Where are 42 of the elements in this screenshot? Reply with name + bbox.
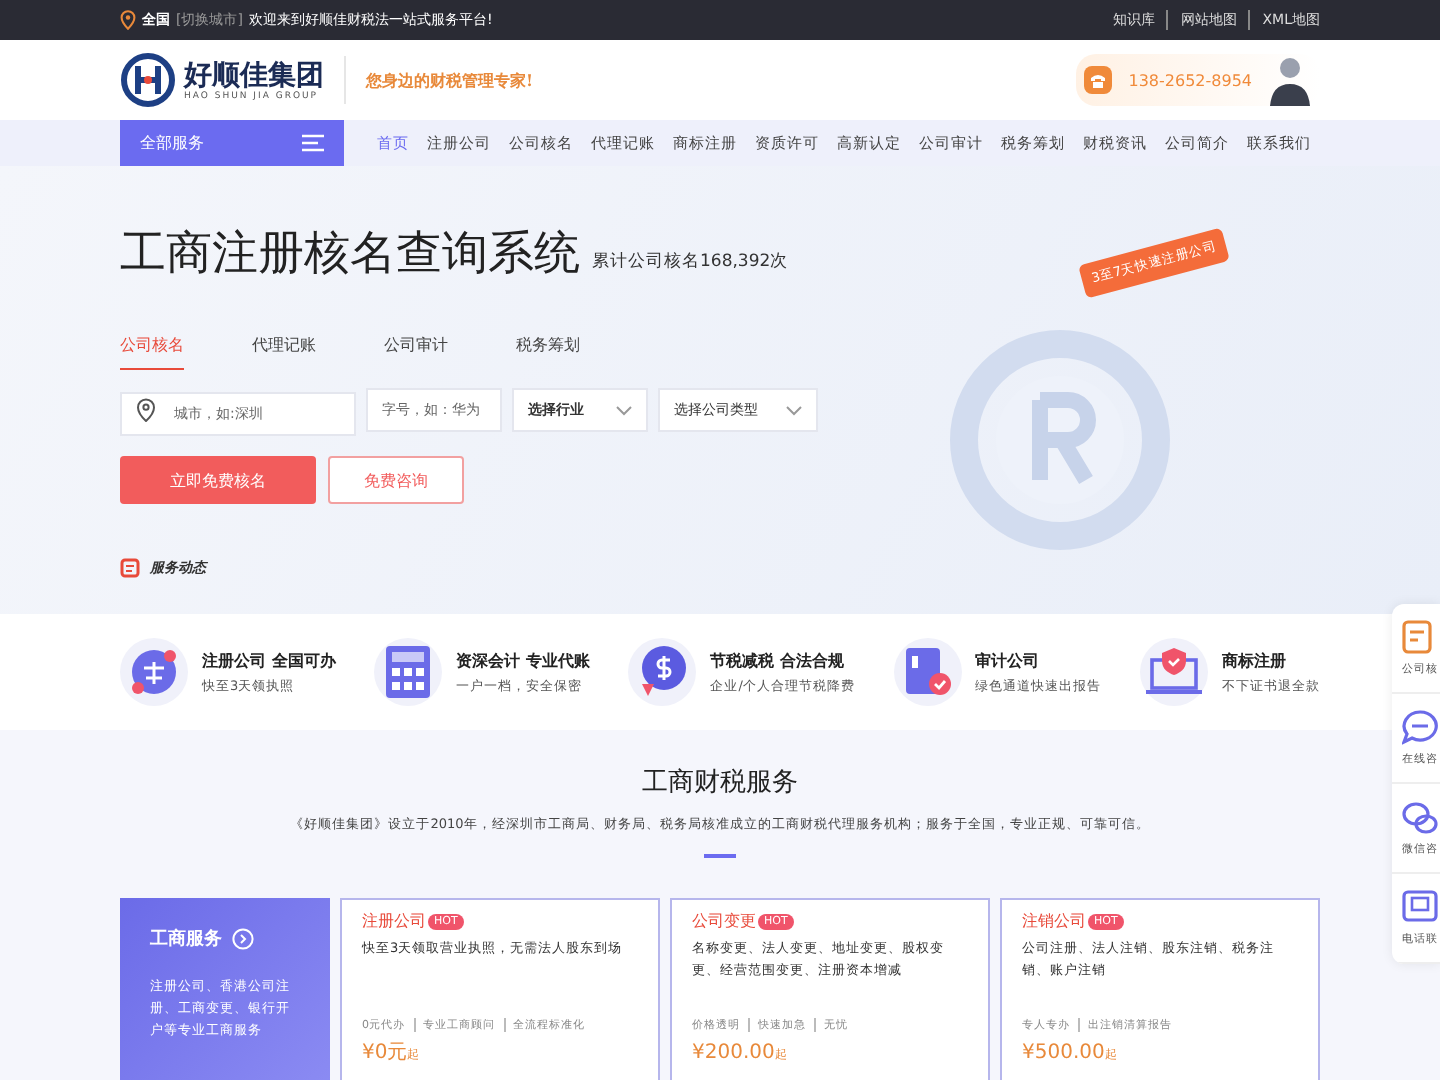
location-pin-icon (136, 398, 156, 422)
feature-title: 商标注册 (1221, 649, 1288, 671)
monitor-icon (1402, 890, 1438, 926)
feature-title: 注册公司 全国可办 (202, 649, 336, 671)
laptop-shield-icon (1145, 646, 1202, 698)
hero-title: 工商注册核名查询系统 (120, 226, 580, 282)
service-title: 公司变更 (692, 910, 756, 932)
phone-number: 138-2652-8954 (1128, 71, 1252, 89)
service-price: ¥200.00 (692, 1042, 775, 1064)
chat-bubbles-icon (1402, 800, 1438, 836)
service-price: ¥0元 (362, 1042, 408, 1064)
chevron-down-icon (786, 405, 802, 415)
section-title: 工商财税服务 (640, 766, 800, 800)
dollar-coin-icon (638, 644, 687, 700)
logo-icon (120, 52, 176, 108)
service-title: 注销公司 (1022, 910, 1086, 932)
slogan: 您身边的财税管理专家! (366, 69, 534, 91)
brand-name: 好顺佳集团 (184, 59, 324, 91)
person-silhouette-icon (1268, 54, 1312, 106)
chevron-down-icon (616, 405, 632, 415)
chat-bubble-icon (1402, 710, 1438, 746)
certificate-badge-icon (128, 646, 180, 698)
name-check-counter: 累计公司核名168,392次 (592, 250, 789, 274)
search-tab[interactable]: 公司核名 (120, 334, 184, 370)
service-title: 注册公司 (362, 910, 426, 932)
news-icon (120, 558, 140, 578)
all-services-button[interactable]: 全部服务 (120, 120, 344, 166)
arrow-right-circle-icon (232, 928, 254, 950)
feature-title: 资深会计 专业代账 (456, 649, 590, 671)
service-price: ¥500.00 (1022, 1042, 1105, 1064)
report-check-icon (903, 646, 952, 698)
search-tab[interactable]: 税务筹划 (516, 334, 580, 370)
category-title: 工商服务 (150, 926, 222, 952)
phone-icon (1084, 66, 1113, 94)
search-tab[interactable]: 公司审计 (384, 334, 448, 370)
feature-title: 节税减税 合法合规 (710, 649, 846, 671)
form-icon (1402, 620, 1438, 656)
search-tab[interactable]: 代理记账 (252, 334, 316, 370)
calculator-icon (386, 646, 431, 698)
feature-title: 审计公司 (975, 649, 1042, 671)
location-pin-icon (120, 10, 136, 30)
menu-icon (302, 134, 324, 152)
